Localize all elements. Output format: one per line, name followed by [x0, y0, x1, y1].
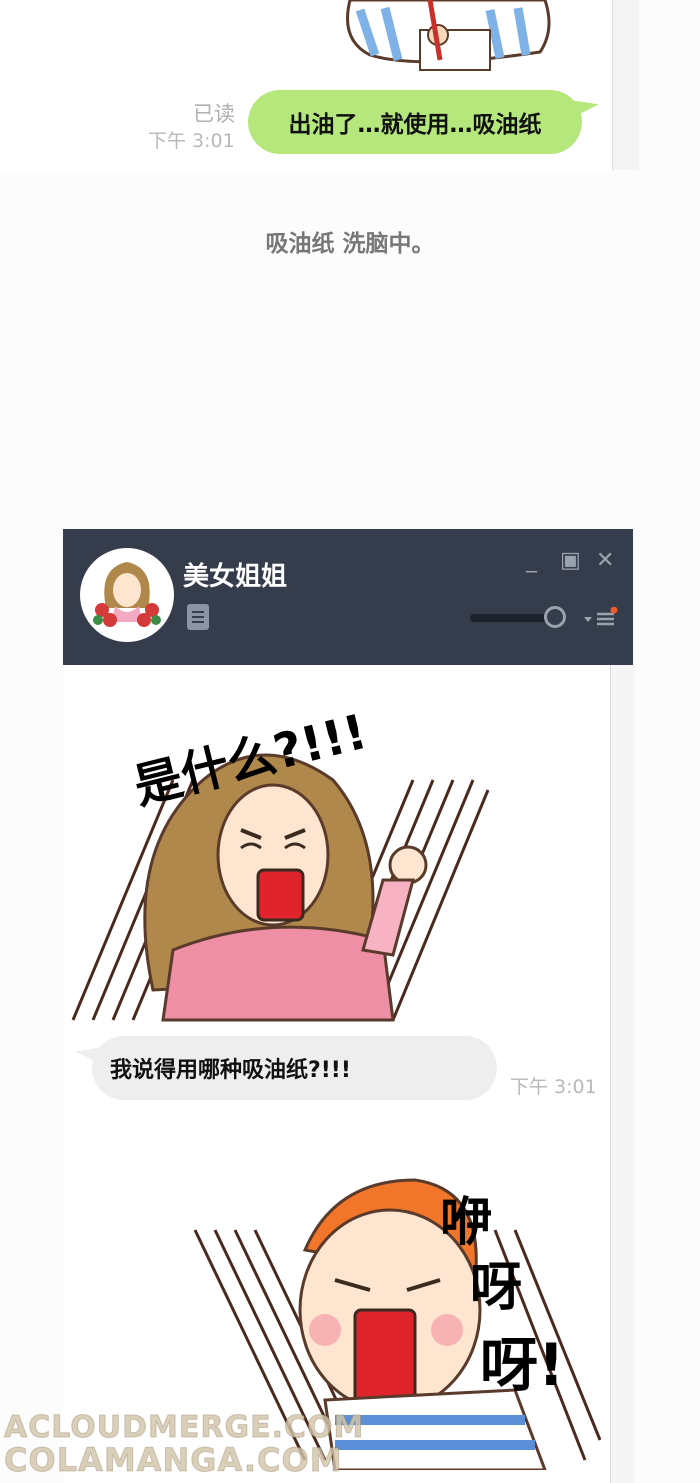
svg-text:呀: 呀 [470, 1258, 522, 1318]
message-time: 下午 3:01 [148, 130, 235, 152]
maximize-icon[interactable]: ▣ [560, 548, 581, 573]
volume-slider-knob[interactable] [544, 606, 566, 628]
sent-message-bubble[interactable]: 出油了…就使用…吸油纸 [248, 90, 582, 154]
notes-icon[interactable] [187, 604, 209, 630]
svg-text:呀!: 呀! [480, 1331, 564, 1399]
received-message-bubble[interactable]: 我说得用哪种吸油纸?!!! [92, 1036, 497, 1100]
minimize-icon[interactable]: _ [526, 548, 537, 573]
watermark-line-1: ACLOUDMERGE.COM [3, 1410, 365, 1446]
watermark-line-2: COLAMANGA.COM [4, 1441, 343, 1480]
close-icon[interactable]: ✕ [596, 548, 614, 573]
scrollbar-main[interactable] [610, 665, 635, 1483]
scrollbar-top[interactable] [612, 0, 639, 170]
svg-text:咿: 咿 [440, 1193, 492, 1253]
narration-caption: 吸油纸 洗脑中。 [265, 231, 435, 257]
received-time: 下午 3:01 [510, 1076, 597, 1098]
contact-name: 美女姐姐 [183, 562, 288, 592]
sticker-angry-girl: 是什么?!!! [71, 704, 490, 1022]
read-status: 已读 [193, 102, 235, 126]
menu-icon[interactable] [584, 607, 618, 629]
contact-avatar[interactable] [80, 548, 174, 642]
sticker-writing-partial [346, 0, 551, 71]
